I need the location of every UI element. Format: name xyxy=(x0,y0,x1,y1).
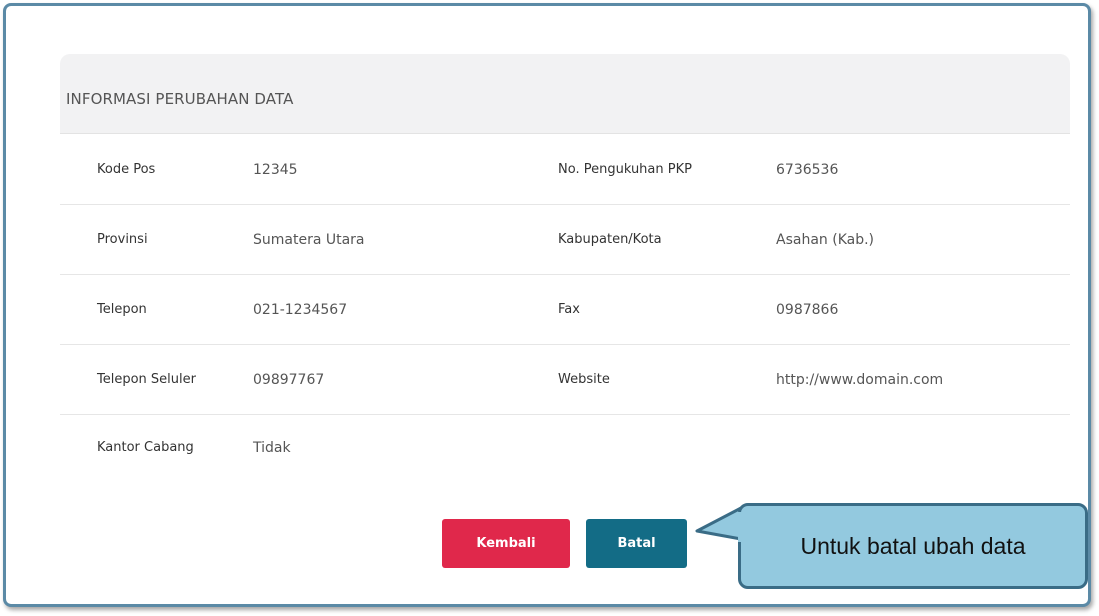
field-label: Website xyxy=(558,372,610,387)
back-button[interactable]: Kembali xyxy=(442,519,570,568)
field-value: Asahan (Kab.) xyxy=(776,232,874,248)
info-row-kantor-cabang: Kantor Cabang Tidak xyxy=(60,413,1070,483)
field-label: Kantor Cabang xyxy=(97,440,194,455)
info-row-kode-pos: Kode Pos 12345 No. Pengukuhan PKP 673653… xyxy=(60,135,1070,205)
annotation-callout: Untuk batal ubah data xyxy=(738,503,1088,589)
field-label: Fax xyxy=(558,302,580,317)
field-value: 12345 xyxy=(253,162,298,178)
field-label: No. Pengukuhan PKP xyxy=(558,162,692,177)
panel-header: INFORMASI PERUBAHAN DATA xyxy=(60,54,1070,134)
field-value: 021-1234567 xyxy=(253,302,348,318)
info-row-telepon: Telepon 021-1234567 Fax 0987866 xyxy=(60,275,1070,345)
info-row-telepon-seluler: Telepon Seluler 09897767 Website http://… xyxy=(60,345,1070,415)
info-row-provinsi: Provinsi Sumatera Utara Kabupaten/Kota A… xyxy=(60,205,1070,275)
field-value: 09897767 xyxy=(253,372,325,388)
cancel-button[interactable]: Batal xyxy=(586,519,687,568)
field-value: Tidak xyxy=(253,440,291,456)
field-value: Sumatera Utara xyxy=(253,232,365,248)
field-label: Kabupaten/Kota xyxy=(558,232,662,247)
field-label: Telepon xyxy=(97,302,147,317)
field-label: Telepon Seluler xyxy=(97,372,196,387)
field-label: Kode Pos xyxy=(97,162,156,177)
panel-title: INFORMASI PERUBAHAN DATA xyxy=(66,90,294,108)
field-value: 0987866 xyxy=(776,302,839,318)
callout-text: Untuk batal ubah data xyxy=(800,533,1026,559)
field-value: 6736536 xyxy=(776,162,839,178)
website-value: http://www.domain.com xyxy=(776,372,944,388)
callout-pointer-joint xyxy=(738,512,746,542)
field-label: Provinsi xyxy=(97,232,148,247)
